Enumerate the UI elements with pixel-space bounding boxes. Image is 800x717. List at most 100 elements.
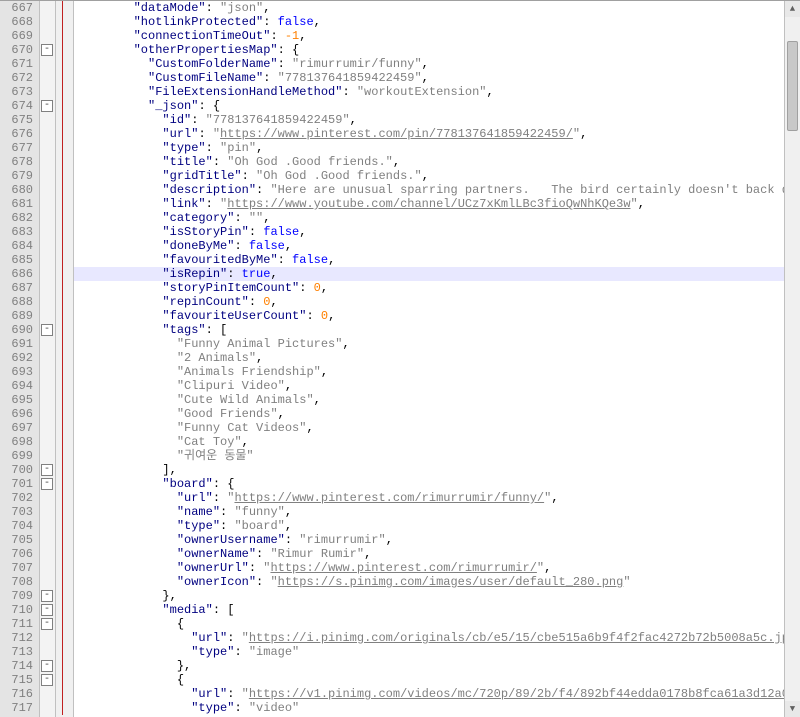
code-line[interactable]: "url": "https://v1.pinimg.com/videos/mc/…	[74, 687, 800, 701]
line-number[interactable]: 698	[0, 435, 33, 449]
fold-toggle[interactable]: -	[41, 590, 53, 602]
line-number[interactable]: 691	[0, 337, 33, 351]
code-line[interactable]: "description": "Here are unusual sparrin…	[74, 183, 800, 197]
line-number[interactable]: 711	[0, 617, 33, 631]
code-area[interactable]: "dataMode": "json", "hotlinkProtected": …	[74, 1, 800, 717]
line-number[interactable]: 675	[0, 113, 33, 127]
line-number[interactable]: 716	[0, 687, 33, 701]
line-number[interactable]: 703	[0, 505, 33, 519]
line-number[interactable]: 693	[0, 365, 33, 379]
code-line[interactable]: "ownerUrl": "https://www.pinterest.com/r…	[74, 561, 800, 575]
code-line[interactable]: "type": "image"	[74, 645, 800, 659]
code-line[interactable]: "doneByMe": false,	[74, 239, 800, 253]
scroll-up-button[interactable]: ▲	[785, 1, 800, 17]
line-number[interactable]: 674	[0, 99, 33, 113]
line-number[interactable]: 713	[0, 645, 33, 659]
code-line[interactable]: "Animals Friendship",	[74, 365, 800, 379]
line-number[interactable]: 700	[0, 463, 33, 477]
code-line[interactable]: "Cute Wild Animals",	[74, 393, 800, 407]
code-line[interactable]: "gridTitle": "Oh God .Good friends.",	[74, 169, 800, 183]
line-number[interactable]: 706	[0, 547, 33, 561]
code-line[interactable]: "repinCount": 0,	[74, 295, 800, 309]
code-line[interactable]: "isStoryPin": false,	[74, 225, 800, 239]
code-line[interactable]: "category": "",	[74, 211, 800, 225]
line-number[interactable]: 670	[0, 43, 33, 57]
line-number[interactable]: 715	[0, 673, 33, 687]
line-number[interactable]: 701	[0, 477, 33, 491]
line-number[interactable]: 699	[0, 449, 33, 463]
line-number[interactable]: 714	[0, 659, 33, 673]
line-number[interactable]: 709	[0, 589, 33, 603]
code-line[interactable]: "storyPinItemCount": 0,	[74, 281, 800, 295]
code-line[interactable]: ],	[74, 463, 800, 477]
code-line[interactable]: "connectionTimeOut": -1,	[74, 29, 800, 43]
code-line[interactable]: "dataMode": "json",	[74, 1, 800, 15]
line-number[interactable]: 692	[0, 351, 33, 365]
line-number[interactable]: 702	[0, 491, 33, 505]
fold-toggle[interactable]: -	[41, 324, 53, 336]
code-line[interactable]: "url": "https://i.pinimg.com/originals/c…	[74, 631, 800, 645]
code-line[interactable]: "board": {	[74, 477, 800, 491]
code-line[interactable]: "favouritedByMe": false,	[74, 253, 800, 267]
line-number[interactable]: 677	[0, 141, 33, 155]
code-line[interactable]: "url": "https://www.pinterest.com/rimurr…	[74, 491, 800, 505]
code-line[interactable]: },	[74, 589, 800, 603]
code-line[interactable]: "link": "https://www.youtube.com/channel…	[74, 197, 800, 211]
code-line[interactable]: "CustomFolderName": "rimurrumir/funny",	[74, 57, 800, 71]
line-number[interactable]: 676	[0, 127, 33, 141]
fold-toggle[interactable]: -	[41, 464, 53, 476]
line-number[interactable]: 669	[0, 29, 33, 43]
code-line[interactable]: },	[74, 659, 800, 673]
code-line[interactable]: "2 Animals",	[74, 351, 800, 365]
code-line[interactable]: "_json": {	[74, 99, 800, 113]
line-number[interactable]: 708	[0, 575, 33, 589]
line-number[interactable]: 695	[0, 393, 33, 407]
code-line[interactable]: "otherPropertiesMap": {	[74, 43, 800, 57]
line-number[interactable]: 694	[0, 379, 33, 393]
line-number[interactable]: 683	[0, 225, 33, 239]
line-number[interactable]: 684	[0, 239, 33, 253]
code-line[interactable]: {	[74, 673, 800, 687]
line-number[interactable]: 717	[0, 701, 33, 715]
line-number[interactable]: 679	[0, 169, 33, 183]
code-line[interactable]: "Funny Cat Videos",	[74, 421, 800, 435]
code-line[interactable]: "hotlinkProtected": false,	[74, 15, 800, 29]
line-number[interactable]: 678	[0, 155, 33, 169]
vertical-scrollbar[interactable]: ▲ ▼	[784, 1, 800, 717]
fold-toggle[interactable]: -	[41, 100, 53, 112]
code-line[interactable]: "id": "778137641859422459",	[74, 113, 800, 127]
line-number[interactable]: 689	[0, 309, 33, 323]
scroll-thumb[interactable]	[787, 41, 798, 131]
code-line[interactable]: "isRepin": true,	[74, 267, 800, 281]
line-number[interactable]: 680	[0, 183, 33, 197]
fold-toggle[interactable]: -	[41, 674, 53, 686]
scroll-down-button[interactable]: ▼	[785, 701, 800, 717]
line-number[interactable]: 672	[0, 71, 33, 85]
line-number[interactable]: 712	[0, 631, 33, 645]
line-number[interactable]: 696	[0, 407, 33, 421]
code-line[interactable]: "favouriteUserCount": 0,	[74, 309, 800, 323]
code-line[interactable]: "type": "pin",	[74, 141, 800, 155]
code-line[interactable]: "title": "Oh God .Good friends.",	[74, 155, 800, 169]
code-line[interactable]: "Funny Animal Pictures",	[74, 337, 800, 351]
line-number[interactable]: 685	[0, 253, 33, 267]
code-line[interactable]: "Good Friends",	[74, 407, 800, 421]
code-line[interactable]: "ownerUsername": "rimurrumir",	[74, 533, 800, 547]
line-number[interactable]: 668	[0, 15, 33, 29]
code-line[interactable]: "url": "https://www.pinterest.com/pin/77…	[74, 127, 800, 141]
code-line[interactable]: {	[74, 617, 800, 631]
line-number[interactable]: 667	[0, 1, 33, 15]
code-line[interactable]: "type": "video"	[74, 701, 800, 715]
code-line[interactable]: "name": "funny",	[74, 505, 800, 519]
code-line[interactable]: "CustomFileName": "778137641859422459",	[74, 71, 800, 85]
fold-toggle[interactable]: -	[41, 618, 53, 630]
code-line[interactable]: "tags": [	[74, 323, 800, 337]
line-number[interactable]: 690	[0, 323, 33, 337]
line-number[interactable]: 710	[0, 603, 33, 617]
fold-toggle[interactable]: -	[41, 660, 53, 672]
code-line[interactable]: "Cat Toy",	[74, 435, 800, 449]
line-number[interactable]: 705	[0, 533, 33, 547]
line-number[interactable]: 671	[0, 57, 33, 71]
line-number[interactable]: 686	[0, 267, 33, 281]
code-line[interactable]: "media": [	[74, 603, 800, 617]
